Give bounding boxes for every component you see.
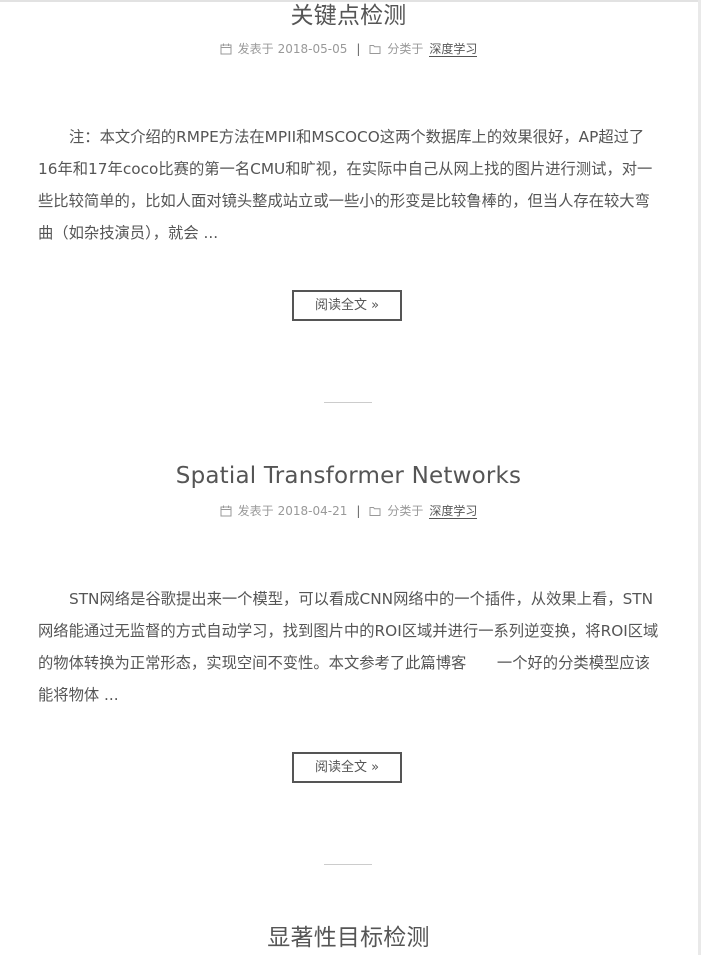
calendar-icon xyxy=(220,505,232,517)
post-meta: 发表于 2018-05-05 | 分类于 深度学习 xyxy=(0,40,697,58)
post-meta: 发表于 2018-04-21 | 分类于 深度学习 xyxy=(0,502,697,520)
post-date: 2018-05-05 xyxy=(277,42,348,56)
post-divider xyxy=(324,864,372,865)
date-prefix: 发表于 xyxy=(237,42,274,56)
read-more-button[interactable]: 阅读全文 » xyxy=(292,752,402,783)
post-title[interactable]: Spatial Transformer Networks xyxy=(0,461,697,491)
folder-icon xyxy=(369,45,381,54)
post-title[interactable]: 显著性目标检测 xyxy=(0,923,697,953)
meta-separator: | xyxy=(356,42,361,56)
category-prefix: 分类于 xyxy=(387,504,424,518)
post-divider xyxy=(324,402,372,403)
read-more-button[interactable]: 阅读全文 » xyxy=(292,290,402,321)
category-link[interactable]: 深度学习 xyxy=(429,42,478,57)
date-prefix: 发表于 xyxy=(237,504,274,518)
category-prefix: 分类于 xyxy=(387,42,424,56)
meta-separator: | xyxy=(356,504,361,518)
post-excerpt: 注：本文介绍的RMPE方法在MPII和MSCOCO这两个数据库上的效果很好，AP… xyxy=(38,128,653,242)
folder-icon xyxy=(369,507,381,516)
post-title[interactable]: 关键点检测 xyxy=(0,1,697,31)
post-date: 2018-04-21 xyxy=(277,504,348,518)
calendar-icon xyxy=(220,43,232,55)
category-link[interactable]: 深度学习 xyxy=(429,504,478,519)
post-excerpt: STN网络是谷歌提出来一个模型，可以看成CNN网络中的一个插件，从效果上看，ST… xyxy=(38,590,659,704)
